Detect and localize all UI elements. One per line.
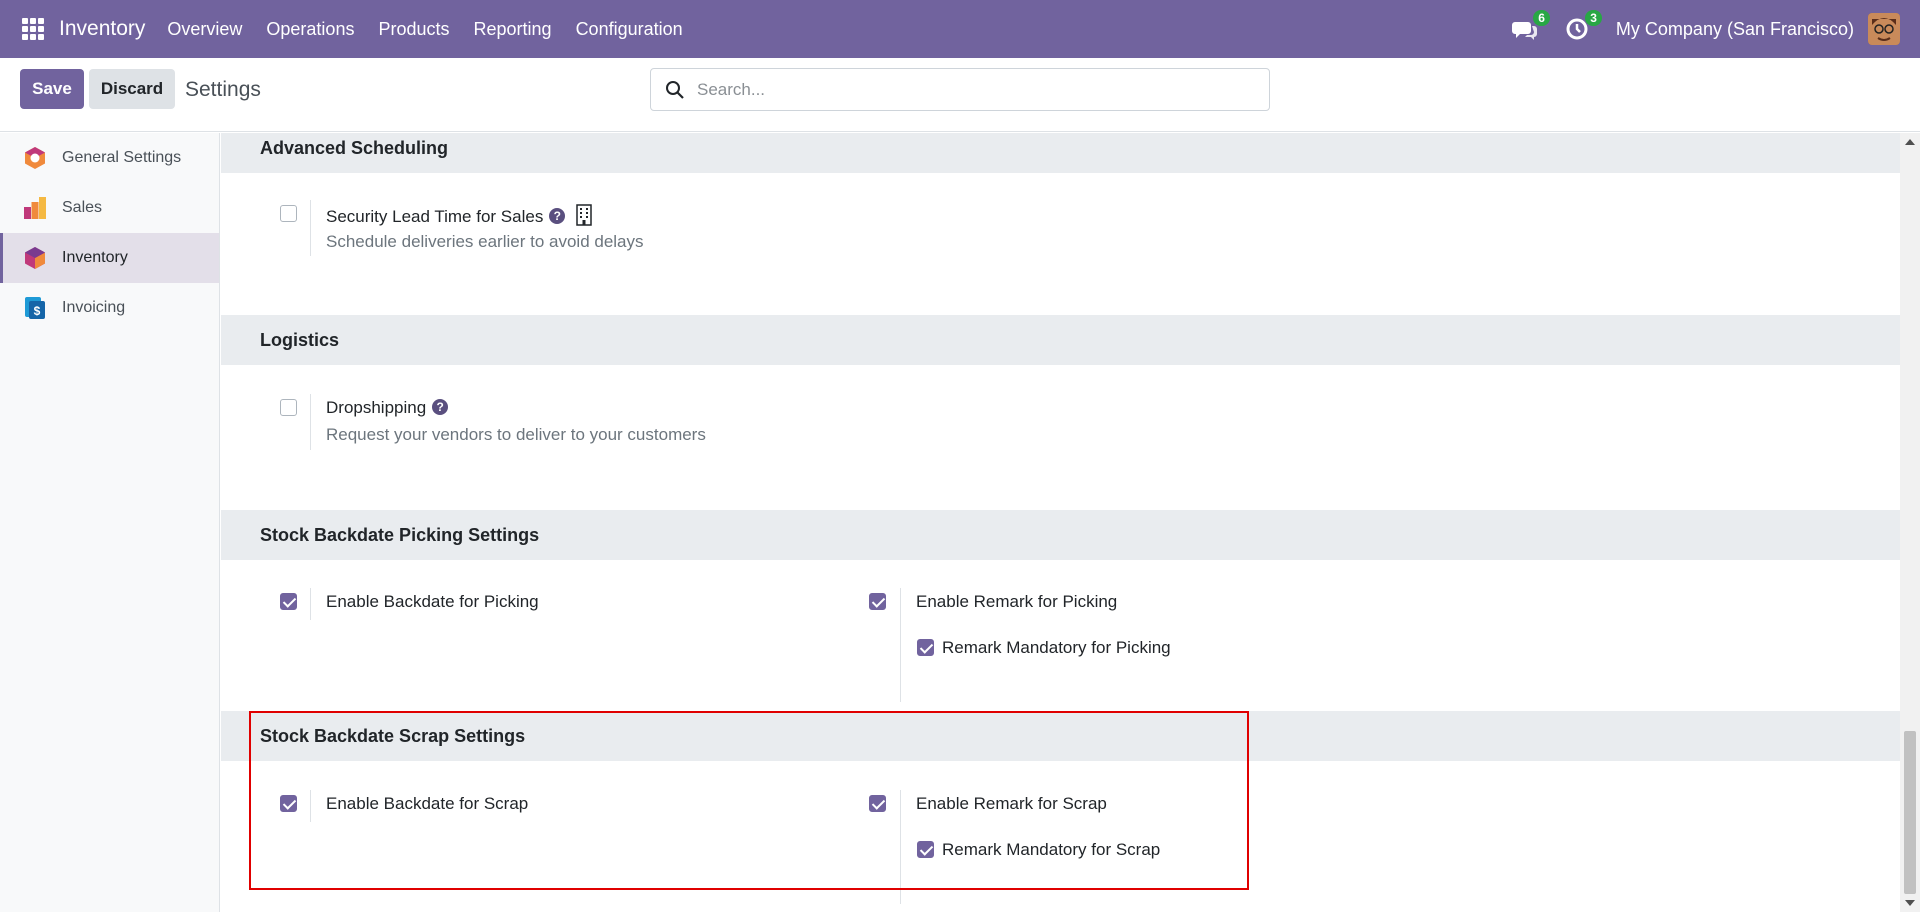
- app-brand[interactable]: Inventory: [59, 17, 145, 41]
- discard-button[interactable]: Discard: [89, 69, 175, 109]
- security-lead-time-text: Security Lead Time for Sales: [326, 207, 544, 226]
- help-icon[interactable]: ?: [549, 208, 566, 224]
- setting-divider: [900, 588, 901, 702]
- sidebar-item-sales[interactable]: Sales: [0, 183, 219, 233]
- svg-text:$: $: [34, 304, 41, 318]
- sales-icon: [24, 197, 46, 219]
- enable-remark-picking-checkbox[interactable]: [869, 593, 886, 610]
- dropshipping-checkbox[interactable]: [280, 399, 297, 416]
- remark-mandatory-scrap-checkbox[interactable]: [917, 841, 934, 858]
- user-avatar[interactable]: [1868, 13, 1900, 45]
- nav-systray: 6 3 My Company (San Francisco): [1511, 0, 1900, 58]
- security-lead-time-description: Schedule deliveries earlier to avoid del…: [326, 232, 644, 251]
- enable-backdate-scrap-checkbox[interactable]: [280, 795, 297, 812]
- enable-backdate-picking-checkbox[interactable]: [280, 593, 297, 610]
- search-bar[interactable]: [650, 68, 1270, 111]
- save-button[interactable]: Save: [20, 69, 84, 109]
- dropshipping-text: Dropshipping: [326, 398, 427, 417]
- inventory-icon: [25, 247, 45, 269]
- content-scrollbar[interactable]: [1900, 133, 1920, 912]
- sidebar-item-label: General Settings: [62, 149, 182, 166]
- breadcrumb: Settings: [185, 78, 261, 101]
- setting-divider: [310, 394, 311, 450]
- menu-products[interactable]: Products: [366, 19, 461, 40]
- dropshipping-description: Request your vendors to deliver to your …: [326, 425, 706, 444]
- sidebar-item-label: Sales: [62, 199, 103, 216]
- settings-sidebar: General Settings Sales Inventory $ Invoi…: [0, 133, 220, 912]
- setting-divider: [900, 790, 901, 904]
- enable-remark-picking-label: Enable Remark for Picking: [916, 592, 1118, 611]
- sidebar-item-inventory[interactable]: Inventory: [0, 233, 219, 283]
- scroll-up-arrow-icon[interactable]: [1905, 139, 1915, 145]
- setting-divider: [310, 200, 311, 256]
- messages-badge: 6: [1533, 10, 1550, 26]
- sidebar-item-invoicing[interactable]: $ Invoicing: [0, 283, 219, 333]
- company-building-icon: [576, 204, 592, 226]
- messages-icon[interactable]: 6: [1511, 10, 1550, 42]
- activities-clock-icon[interactable]: 3: [1564, 10, 1602, 42]
- control-panel: Save Discard Settings: [0, 58, 1920, 132]
- sidebar-item-label: Inventory: [62, 249, 128, 266]
- enable-backdate-picking-label: Enable Backdate for Picking: [326, 592, 539, 611]
- dropshipping-label: Dropshipping?: [326, 398, 449, 418]
- help-icon[interactable]: ?: [432, 399, 449, 415]
- top-navbar: Inventory Overview Operations Products R…: [0, 0, 1920, 58]
- general-settings-icon: [25, 147, 45, 169]
- setting-divider: [310, 790, 311, 822]
- scroll-thumb[interactable]: [1904, 731, 1916, 894]
- remark-mandatory-scrap-label: Remark Mandatory for Scrap: [942, 840, 1161, 859]
- app-menu-icon[interactable]: [22, 18, 44, 40]
- company-switcher[interactable]: My Company (San Francisco): [1616, 19, 1854, 40]
- remark-mandatory-picking-label: Remark Mandatory for Picking: [942, 638, 1171, 657]
- activities-badge: 3: [1585, 10, 1602, 26]
- settings-content: Advanced Scheduling Security Lead Time f…: [221, 133, 1900, 912]
- main-menu: Overview Operations Products Reporting C…: [155, 19, 694, 40]
- enable-remark-scrap-checkbox[interactable]: [869, 795, 886, 812]
- sidebar-item-general-settings[interactable]: General Settings: [0, 133, 219, 183]
- remark-mandatory-picking-checkbox[interactable]: [917, 639, 934, 656]
- section-header-advanced-scheduling: Advanced Scheduling: [221, 133, 1900, 173]
- security-lead-time-label: Security Lead Time for Sales?: [326, 204, 592, 227]
- search-icon: [666, 80, 684, 99]
- sidebar-item-label: Invoicing: [62, 299, 126, 316]
- menu-reporting[interactable]: Reporting: [462, 19, 564, 40]
- menu-configuration[interactable]: Configuration: [564, 19, 695, 40]
- section-header-scrap: Stock Backdate Scrap Settings: [221, 711, 1900, 761]
- search-input[interactable]: [697, 79, 1237, 100]
- menu-overview[interactable]: Overview: [155, 19, 254, 40]
- enable-remark-scrap-label: Enable Remark for Scrap: [916, 794, 1107, 813]
- invoicing-icon: $: [25, 297, 45, 319]
- security-lead-time-checkbox[interactable]: [280, 205, 297, 222]
- enable-backdate-scrap-label: Enable Backdate for Scrap: [326, 794, 529, 813]
- section-header-logistics: Logistics: [221, 315, 1900, 365]
- scroll-down-arrow-icon[interactable]: [1905, 900, 1915, 906]
- menu-operations[interactable]: Operations: [254, 19, 366, 40]
- setting-divider: [310, 588, 311, 620]
- section-header-picking: Stock Backdate Picking Settings: [221, 510, 1900, 560]
